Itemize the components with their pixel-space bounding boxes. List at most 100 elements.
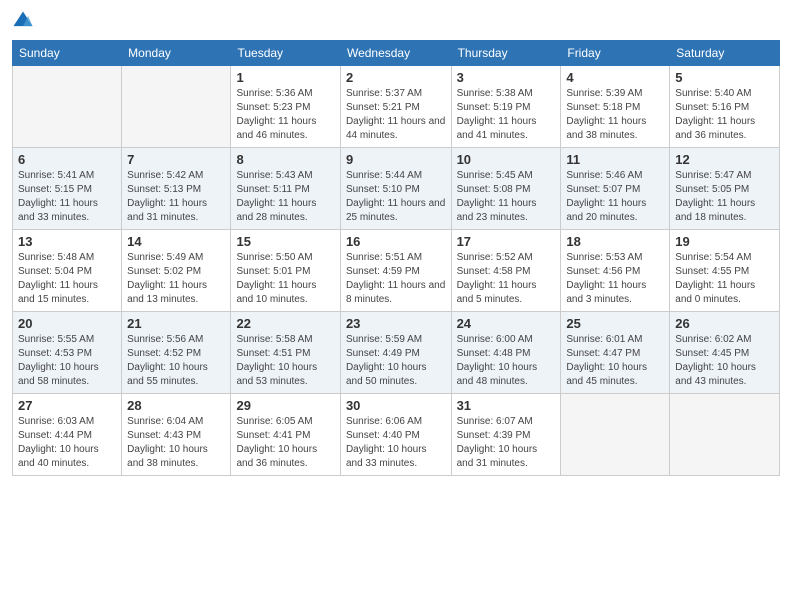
day-number: 18 bbox=[566, 234, 664, 249]
calendar-cell: 2 Sunrise: 5:37 AM Sunset: 5:21 PM Daylig… bbox=[340, 66, 451, 148]
day-info: Sunrise: 5:56 AM Sunset: 4:52 PM Dayligh… bbox=[127, 333, 225, 389]
day-info: Sunrise: 5:44 AM Sunset: 5:10 PM Dayligh… bbox=[346, 169, 446, 225]
day-number: 15 bbox=[236, 234, 334, 249]
calendar-cell: 11 Sunrise: 5:46 AM Sunset: 5:07 PM Dayli… bbox=[561, 148, 670, 230]
calendar-week-row: 27Sunrise: 6:03 AM Sunset: 4:44 PM Dayli… bbox=[13, 394, 780, 476]
day-number: 7 bbox=[127, 152, 225, 167]
header bbox=[12, 10, 780, 32]
calendar-cell: 22 Sunrise: 5:58 AM Sunset: 4:51 PM Dayli… bbox=[231, 312, 340, 394]
calendar-cell: 7 Sunrise: 5:42 AM Sunset: 5:13 PM Daylig… bbox=[122, 148, 231, 230]
day-info: Sunrise: 5:58 AM Sunset: 4:51 PM Dayligh… bbox=[236, 333, 334, 389]
calendar-cell: 20 Sunrise: 5:55 AM Sunset: 4:53 PM Dayli… bbox=[13, 312, 122, 394]
weekday-header-friday: Friday bbox=[561, 41, 670, 66]
day-number: 20 bbox=[18, 316, 116, 331]
calendar-cell: 15 Sunrise: 5:50 AM Sunset: 5:01 PM Dayli… bbox=[231, 230, 340, 312]
calendar-cell: 24 Sunrise: 6:00 AM Sunset: 4:48 PM Dayli… bbox=[451, 312, 561, 394]
page: SundayMondayTuesdayWednesdayThursdayFrid… bbox=[0, 0, 792, 612]
day-number: 11 bbox=[566, 152, 664, 167]
calendar-cell: 27Sunrise: 6:03 AM Sunset: 4:44 PM Dayli… bbox=[13, 394, 122, 476]
calendar-cell: 6 Sunrise: 5:41 AM Sunset: 5:15 PM Daylig… bbox=[13, 148, 122, 230]
weekday-header-saturday: Saturday bbox=[670, 41, 780, 66]
day-number: 10 bbox=[457, 152, 556, 167]
calendar-week-row: 20 Sunrise: 5:55 AM Sunset: 4:53 PM Dayli… bbox=[13, 312, 780, 394]
day-number: 25 bbox=[566, 316, 664, 331]
day-number: 1 bbox=[236, 70, 334, 85]
day-info: Sunrise: 6:00 AM Sunset: 4:48 PM Dayligh… bbox=[457, 333, 556, 389]
day-number: 6 bbox=[18, 152, 116, 167]
calendar-cell: 21 Sunrise: 5:56 AM Sunset: 4:52 PM Dayli… bbox=[122, 312, 231, 394]
day-info: Sunrise: 5:54 AM Sunset: 4:55 PM Dayligh… bbox=[675, 251, 774, 307]
day-info: Sunrise: 5:52 AM Sunset: 4:58 PM Dayligh… bbox=[457, 251, 556, 307]
calendar-cell: 19 Sunrise: 5:54 AM Sunset: 4:55 PM Dayli… bbox=[670, 230, 780, 312]
day-number: 30 bbox=[346, 398, 446, 413]
calendar-header-row: SundayMondayTuesdayWednesdayThursdayFrid… bbox=[13, 41, 780, 66]
day-number: 28 bbox=[127, 398, 225, 413]
calendar-cell bbox=[122, 66, 231, 148]
day-info: Sunrise: 6:04 AM Sunset: 4:43 PM Dayligh… bbox=[127, 415, 225, 471]
calendar-cell: 16 Sunrise: 5:51 AM Sunset: 4:59 PM Dayli… bbox=[340, 230, 451, 312]
calendar-cell: 10 Sunrise: 5:45 AM Sunset: 5:08 PM Dayli… bbox=[451, 148, 561, 230]
weekday-header-wednesday: Wednesday bbox=[340, 41, 451, 66]
logo bbox=[12, 10, 38, 32]
calendar-cell bbox=[561, 394, 670, 476]
day-number: 19 bbox=[675, 234, 774, 249]
day-number: 8 bbox=[236, 152, 334, 167]
day-number: 24 bbox=[457, 316, 556, 331]
day-number: 22 bbox=[236, 316, 334, 331]
calendar-cell bbox=[13, 66, 122, 148]
day-number: 21 bbox=[127, 316, 225, 331]
weekday-header-thursday: Thursday bbox=[451, 41, 561, 66]
day-info: Sunrise: 6:01 AM Sunset: 4:47 PM Dayligh… bbox=[566, 333, 664, 389]
calendar-cell: 17 Sunrise: 5:52 AM Sunset: 4:58 PM Dayli… bbox=[451, 230, 561, 312]
calendar-cell: 8 Sunrise: 5:43 AM Sunset: 5:11 PM Daylig… bbox=[231, 148, 340, 230]
day-number: 17 bbox=[457, 234, 556, 249]
calendar-cell: 26Sunrise: 6:02 AM Sunset: 4:45 PM Dayli… bbox=[670, 312, 780, 394]
calendar-week-row: 1 Sunrise: 5:36 AM Sunset: 5:23 PM Daylig… bbox=[13, 66, 780, 148]
calendar-cell: 4 Sunrise: 5:39 AM Sunset: 5:18 PM Daylig… bbox=[561, 66, 670, 148]
day-number: 2 bbox=[346, 70, 446, 85]
day-info: Sunrise: 5:53 AM Sunset: 4:56 PM Dayligh… bbox=[566, 251, 664, 307]
day-number: 12 bbox=[675, 152, 774, 167]
day-info: Sunrise: 5:46 AM Sunset: 5:07 PM Dayligh… bbox=[566, 169, 664, 225]
day-info: Sunrise: 5:36 AM Sunset: 5:23 PM Dayligh… bbox=[236, 87, 334, 143]
day-info: Sunrise: 5:51 AM Sunset: 4:59 PM Dayligh… bbox=[346, 251, 446, 307]
day-info: Sunrise: 5:37 AM Sunset: 5:21 PM Dayligh… bbox=[346, 87, 446, 143]
calendar-cell: 23 Sunrise: 5:59 AM Sunset: 4:49 PM Dayli… bbox=[340, 312, 451, 394]
day-info: Sunrise: 5:59 AM Sunset: 4:49 PM Dayligh… bbox=[346, 333, 446, 389]
calendar-cell: 29Sunrise: 6:05 AM Sunset: 4:41 PM Dayli… bbox=[231, 394, 340, 476]
weekday-header-tuesday: Tuesday bbox=[231, 41, 340, 66]
day-info: Sunrise: 6:07 AM Sunset: 4:39 PM Dayligh… bbox=[457, 415, 556, 471]
day-info: Sunrise: 5:43 AM Sunset: 5:11 PM Dayligh… bbox=[236, 169, 334, 225]
day-info: Sunrise: 5:49 AM Sunset: 5:02 PM Dayligh… bbox=[127, 251, 225, 307]
calendar-cell: 13Sunrise: 5:48 AM Sunset: 5:04 PM Dayli… bbox=[13, 230, 122, 312]
day-info: Sunrise: 5:47 AM Sunset: 5:05 PM Dayligh… bbox=[675, 169, 774, 225]
day-number: 31 bbox=[457, 398, 556, 413]
day-number: 16 bbox=[346, 234, 446, 249]
calendar-cell: 28 Sunrise: 6:04 AM Sunset: 4:43 PM Dayli… bbox=[122, 394, 231, 476]
logo-icon bbox=[12, 10, 34, 32]
day-info: Sunrise: 6:03 AM Sunset: 4:44 PM Dayligh… bbox=[18, 415, 116, 471]
day-number: 5 bbox=[675, 70, 774, 85]
calendar-cell: 5 Sunrise: 5:40 AM Sunset: 5:16 PM Daylig… bbox=[670, 66, 780, 148]
day-number: 3 bbox=[457, 70, 556, 85]
day-number: 4 bbox=[566, 70, 664, 85]
day-info: Sunrise: 5:41 AM Sunset: 5:15 PM Dayligh… bbox=[18, 169, 116, 225]
day-info: Sunrise: 5:50 AM Sunset: 5:01 PM Dayligh… bbox=[236, 251, 334, 307]
calendar-cell bbox=[670, 394, 780, 476]
day-number: 23 bbox=[346, 316, 446, 331]
day-number: 14 bbox=[127, 234, 225, 249]
day-info: Sunrise: 5:38 AM Sunset: 5:19 PM Dayligh… bbox=[457, 87, 556, 143]
day-info: Sunrise: 5:42 AM Sunset: 5:13 PM Dayligh… bbox=[127, 169, 225, 225]
calendar-cell: 12 Sunrise: 5:47 AM Sunset: 5:05 PM Dayli… bbox=[670, 148, 780, 230]
calendar-week-row: 13Sunrise: 5:48 AM Sunset: 5:04 PM Dayli… bbox=[13, 230, 780, 312]
day-info: Sunrise: 5:39 AM Sunset: 5:18 PM Dayligh… bbox=[566, 87, 664, 143]
day-info: Sunrise: 5:40 AM Sunset: 5:16 PM Dayligh… bbox=[675, 87, 774, 143]
weekday-header-monday: Monday bbox=[122, 41, 231, 66]
calendar-table: SundayMondayTuesdayWednesdayThursdayFrid… bbox=[12, 40, 780, 476]
day-number: 13 bbox=[18, 234, 116, 249]
day-info: Sunrise: 5:55 AM Sunset: 4:53 PM Dayligh… bbox=[18, 333, 116, 389]
calendar-cell: 31 Sunrise: 6:07 AM Sunset: 4:39 PM Dayli… bbox=[451, 394, 561, 476]
day-info: Sunrise: 5:45 AM Sunset: 5:08 PM Dayligh… bbox=[457, 169, 556, 225]
day-number: 26 bbox=[675, 316, 774, 331]
weekday-header-sunday: Sunday bbox=[13, 41, 122, 66]
